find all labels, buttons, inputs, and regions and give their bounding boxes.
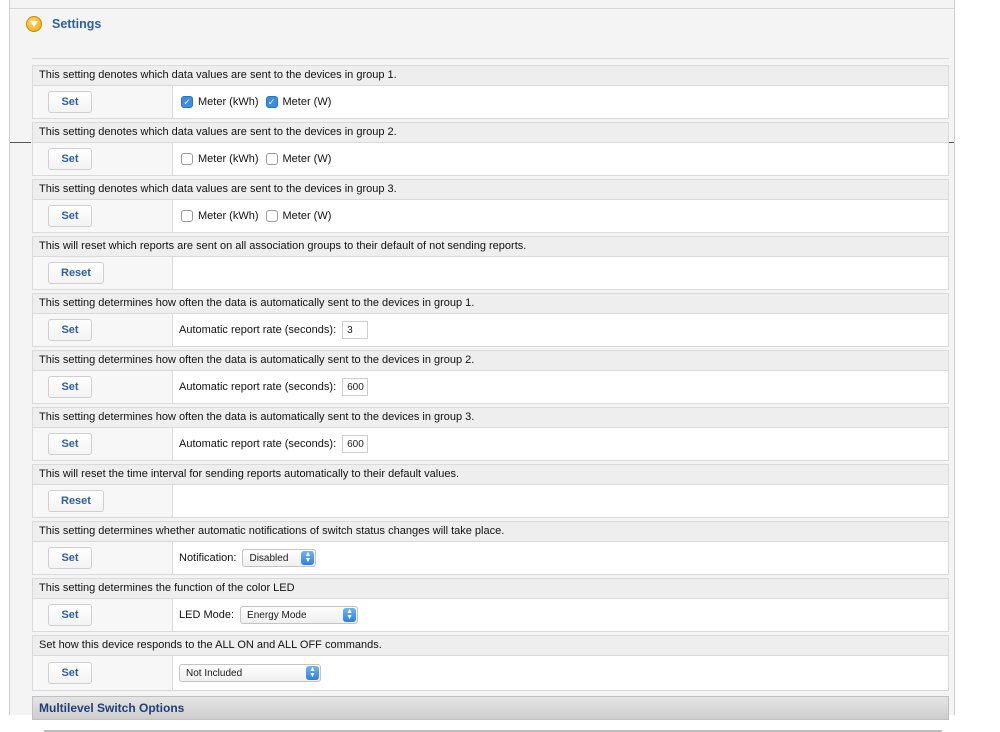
options-cell: Automatic report rate (seconds): 3 <box>173 314 948 346</box>
set-button[interactable]: Set <box>48 433 92 455</box>
button-cell: Set <box>33 200 173 232</box>
setting-control-row: Set Meter (kWh) Meter (W) <box>32 200 949 233</box>
setting-control-row: Set Automatic report rate (seconds): 600 <box>32 428 949 461</box>
button-cell: Set <box>33 542 173 574</box>
settings-title[interactable]: Settings <box>52 17 101 31</box>
setting-control-row: Set Automatic report rate (seconds): 600 <box>32 371 949 404</box>
select-value: Not Included <box>186 667 243 679</box>
button-cell: Set <box>33 656 173 690</box>
report-rate-label: Automatic report rate (seconds): <box>179 381 337 393</box>
setting-description: This setting denotes which data values a… <box>32 122 949 143</box>
options-cell: Meter (kWh) Meter (W) <box>173 143 948 175</box>
options-cell: Automatic report rate (seconds): 600 <box>173 428 948 460</box>
set-button[interactable]: Set <box>48 662 92 684</box>
options-cell: Meter (kWh) Meter (W) <box>173 200 948 232</box>
setting-control-row: Set Meter (kWh) Meter (W) <box>32 143 949 176</box>
set-button[interactable]: Set <box>48 604 92 626</box>
checkbox-label: Meter (W) <box>282 96 332 108</box>
select-arrows-icon: ▲ ▼ <box>306 666 319 680</box>
top-divider <box>10 8 954 9</box>
options-cell: LED Mode: Energy Mode ▲ ▼ <box>173 599 948 631</box>
button-cell: Set <box>33 428 173 460</box>
setting-control-row: Reset <box>32 485 949 518</box>
setting-control-row: Reset <box>32 257 949 290</box>
reset-button[interactable]: Reset <box>48 490 104 512</box>
checkbox-label: Meter (kWh) <box>198 153 259 165</box>
button-cell: Reset <box>33 485 173 517</box>
set-button[interactable]: Set <box>48 319 92 341</box>
collapse-arrow-icon[interactable] <box>26 16 42 32</box>
notification-select[interactable]: Disabled ▲ ▼ <box>242 549 317 567</box>
meter-w-checkbox[interactable]: ✓ <box>265 96 278 108</box>
checkbox-label: Meter (kWh) <box>198 210 259 222</box>
select-arrows-icon: ▲ ▼ <box>343 608 357 622</box>
options-cell <box>173 485 948 517</box>
led-mode-select[interactable]: Energy Mode ▲ ▼ <box>240 606 359 624</box>
setting-description: This setting determines the function of … <box>32 578 949 599</box>
button-cell: Reset <box>33 257 173 289</box>
setting-description: This setting denotes which data values a… <box>32 179 949 200</box>
meter-kwh-checkbox[interactable] <box>181 210 193 222</box>
select-value: Energy Mode <box>247 609 307 621</box>
meter-w-checkbox[interactable] <box>265 153 278 165</box>
setting-control-row: Set LED Mode: Energy Mode ▲ ▼ <box>32 599 949 632</box>
meter-kwh-checkbox[interactable]: ✓ <box>181 96 193 108</box>
button-cell: Set <box>33 599 173 631</box>
options-cell <box>173 257 948 289</box>
setting-description: This will reset the time interval for se… <box>32 464 949 485</box>
settings-header[interactable]: Settings <box>26 14 101 34</box>
all-on-off-select[interactable]: Not Included ▲ ▼ <box>179 664 321 682</box>
set-button[interactable]: Set <box>48 91 92 113</box>
notification-label: Notification: <box>179 552 237 564</box>
led-mode-label: LED Mode: <box>179 609 235 621</box>
setting-description: This setting determines how often the da… <box>32 293 949 314</box>
setting-control-row: Set Not Included ▲ ▼ <box>32 656 949 691</box>
report-rate-label: Automatic report rate (seconds): <box>179 324 337 336</box>
select-arrows-icon: ▲ ▼ <box>301 551 315 565</box>
options-cell: Not Included ▲ ▼ <box>173 656 948 690</box>
setting-description: This setting determines how often the da… <box>32 350 949 371</box>
reset-button[interactable]: Reset <box>48 262 104 284</box>
meter-w-checkbox[interactable] <box>265 210 278 222</box>
options-cell: Automatic report rate (seconds): 600 <box>173 371 948 403</box>
settings-panel: Settings This setting denotes which data… <box>9 0 955 732</box>
report-rate-input[interactable]: 600 <box>342 378 369 396</box>
setting-description: Set how this device responds to the ALL … <box>32 635 949 656</box>
setting-description: This will reset which reports are sent o… <box>32 236 949 257</box>
multilevel-switch-options-header[interactable]: Multilevel Switch Options <box>32 696 949 720</box>
set-button[interactable]: Set <box>48 547 92 569</box>
left-tick-mark <box>10 142 31 143</box>
report-rate-input[interactable]: 3 <box>342 321 369 339</box>
setting-description: This setting determines how often the da… <box>32 407 949 428</box>
checkbox-label: Meter (W) <box>282 210 332 222</box>
options-cell: ✓ Meter (kWh) ✓ Meter (W) <box>173 86 948 118</box>
button-cell: Set <box>33 314 173 346</box>
set-button[interactable]: Set <box>48 376 92 398</box>
options-cell: Notification: Disabled ▲ ▼ <box>173 542 948 574</box>
set-button[interactable]: Set <box>48 148 92 170</box>
checkbox-label: Meter (W) <box>282 153 332 165</box>
setting-control-row: Set Notification: Disabled ▲ ▼ <box>32 542 949 575</box>
setting-control-row: Set ✓ Meter (kWh) ✓ Meter (W) <box>32 86 949 119</box>
report-rate-label: Automatic report rate (seconds): <box>179 438 337 450</box>
setting-description: This setting denotes which data values a… <box>32 65 949 86</box>
report-rate-input[interactable]: 600 <box>342 435 369 453</box>
setting-description: This setting determines whether automati… <box>32 521 949 542</box>
meter-kwh-checkbox[interactable] <box>181 153 193 165</box>
button-cell: Set <box>33 86 173 118</box>
button-cell: Set <box>33 371 173 403</box>
button-cell: Set <box>33 143 173 175</box>
settings-list: This setting denotes which data values a… <box>32 58 949 732</box>
checkbox-label: Meter (kWh) <box>198 96 259 108</box>
setting-control-row: Set Automatic report rate (seconds): 3 <box>32 314 949 347</box>
set-button[interactable]: Set <box>48 205 92 227</box>
select-value: Disabled <box>249 552 289 564</box>
